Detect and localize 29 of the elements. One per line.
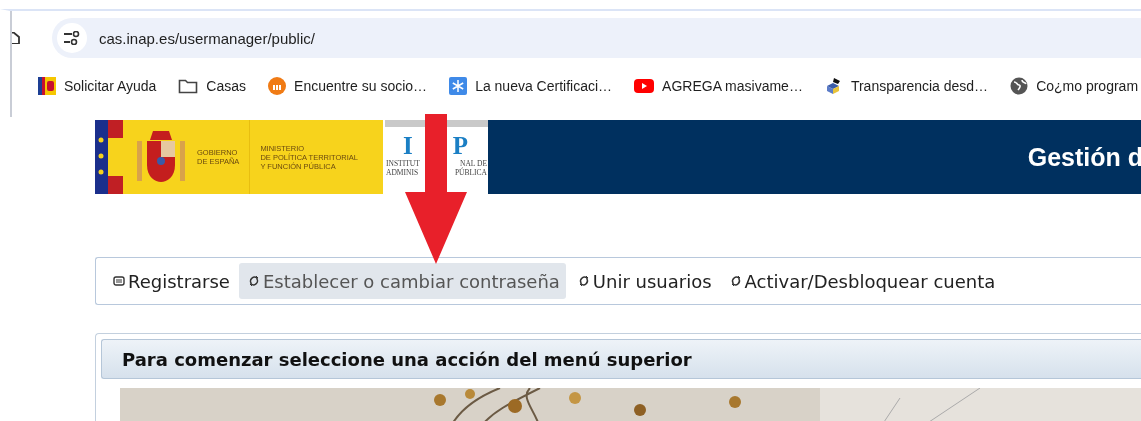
panel-header: Para comenzar seleccione una acción del menú superior <box>101 339 1141 379</box>
logo-text: P <box>452 133 468 159</box>
bookmark[interactable]: Transparencia desd… <box>824 77 989 95</box>
cycle-icon <box>577 275 590 287</box>
logo-text: I <box>403 133 413 159</box>
round-logo-icon <box>268 77 287 95</box>
cycle-icon <box>247 275 260 287</box>
menu-item[interactable]: Establecer o cambiar contraseña <box>238 263 566 299</box>
globe-icon <box>1010 77 1029 95</box>
card-icon <box>113 275 125 287</box>
folder-icon <box>178 78 199 94</box>
snowflake-icon <box>449 77 468 95</box>
flag-icon <box>38 77 56 95</box>
page-title: Gestión d <box>1027 142 1141 172</box>
site-settings-icon[interactable] <box>57 23 87 53</box>
menu-item[interactable]: Activar/Desbloquear cuenta <box>720 263 1002 299</box>
cycle-icon <box>729 275 742 287</box>
bookmark[interactable]: La nueva Certificaci… <box>449 77 613 95</box>
cube-icon <box>824 77 843 95</box>
menu-item[interactable]: Registrarse <box>104 263 236 299</box>
address-bar[interactable]: cas.inap.es/usermanager/public/ <box>52 18 1141 58</box>
menu-item[interactable]: Unir usuarios <box>568 263 718 299</box>
bookmark[interactable]: Solicitar Ayuda <box>38 77 157 95</box>
bookmark[interactable]: Casas <box>178 78 247 94</box>
bookmark[interactable]: Encuentre su socio… <box>268 77 428 95</box>
play-icon <box>634 79 655 93</box>
home-icon[interactable] <box>10 32 20 44</box>
bookmark[interactable]: AGREGA masivame… <box>634 78 803 94</box>
bookmark[interactable]: Co¿mo program <box>1010 77 1139 95</box>
